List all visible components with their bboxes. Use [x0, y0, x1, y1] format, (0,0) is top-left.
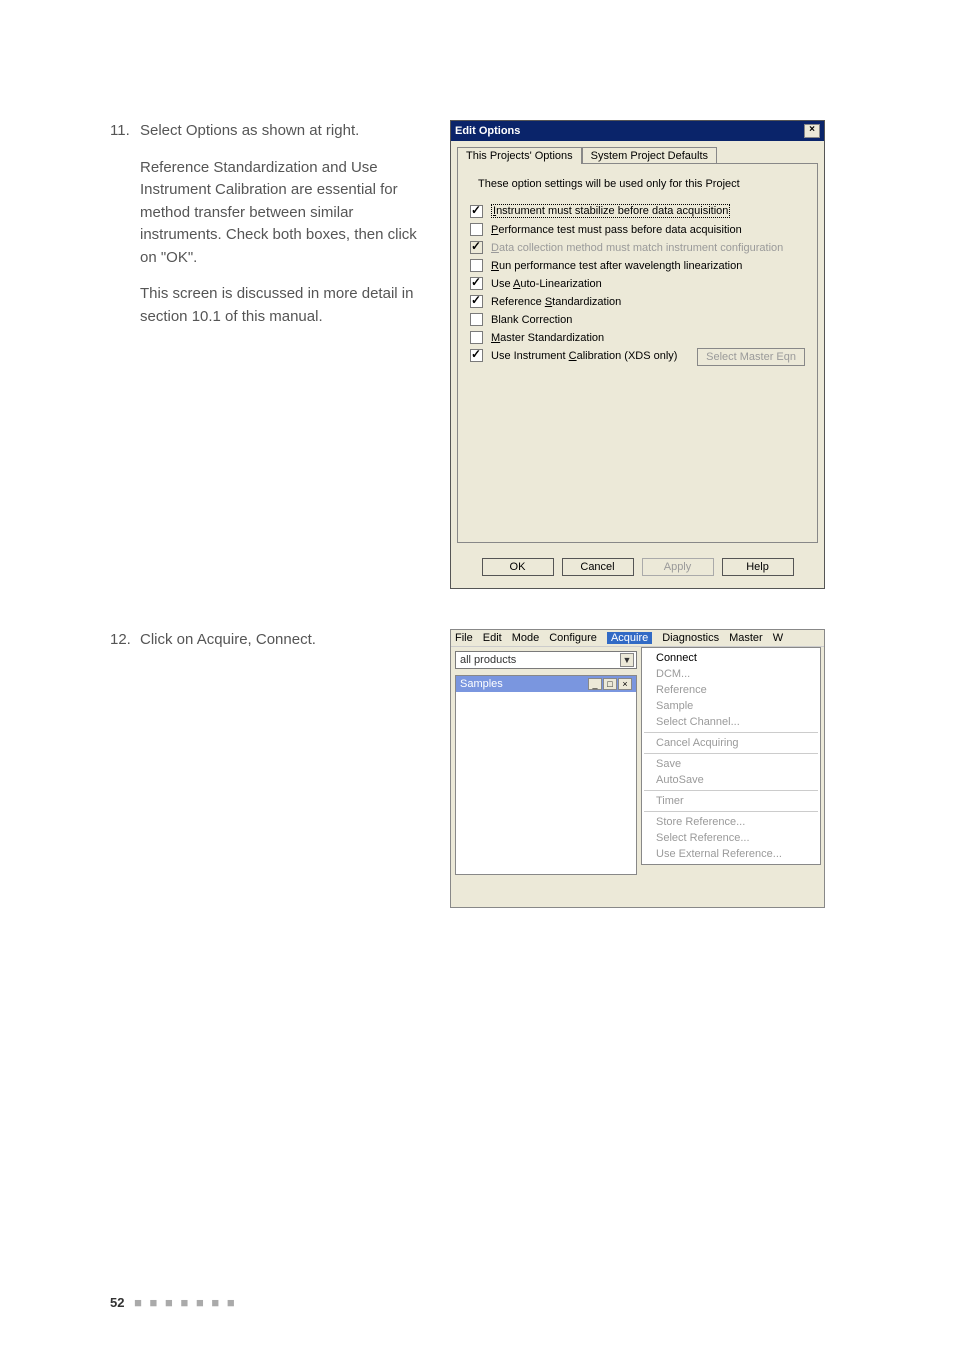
dialog-buttons: OK Cancel Apply Help: [451, 550, 824, 588]
chevron-down-icon[interactable]: ▼: [620, 653, 634, 667]
tab-panel: These option settings will be used only …: [457, 163, 818, 543]
option-data-collection-match: Data collection method must match instru…: [470, 241, 805, 254]
footer-dots: ■ ■ ■ ■ ■ ■ ■: [134, 1295, 237, 1310]
step-number: 12.: [110, 629, 140, 652]
menu-mode[interactable]: Mode: [512, 632, 540, 644]
option-run-performance-test[interactable]: Run performance test after wavelength li…: [470, 259, 805, 272]
page-footer: 52 ■ ■ ■ ■ ■ ■ ■: [110, 1295, 237, 1310]
menu-edit[interactable]: Edit: [483, 632, 502, 644]
product-selector[interactable]: all products ▼: [455, 651, 637, 669]
minimize-icon[interactable]: _: [588, 678, 602, 690]
menu-master[interactable]: Master: [729, 632, 763, 644]
menu-separator: [644, 811, 818, 812]
menu-item-timer: Timer: [642, 793, 820, 809]
step-number: 11.: [110, 120, 140, 143]
checkbox-icon[interactable]: [470, 277, 483, 290]
menu-file[interactable]: File: [455, 632, 473, 644]
checkbox-icon[interactable]: [470, 313, 483, 326]
option-blank-correction[interactable]: Blank Correction: [470, 313, 805, 326]
samples-window: Samples _ □ ×: [455, 675, 637, 875]
cancel-button[interactable]: Cancel: [562, 558, 634, 576]
menu-item-cancel-acquiring: Cancel Acquiring: [642, 735, 820, 751]
tab-system-project-defaults[interactable]: System Project Defaults: [582, 147, 717, 164]
menu-item-dcm: DCM...: [642, 666, 820, 682]
menu-separator: [644, 790, 818, 791]
menu-acquire[interactable]: Acquire: [607, 632, 652, 644]
close-button[interactable]: ×: [804, 124, 820, 138]
option-instrument-stabilize[interactable]: Instrument must stabilize before data ac…: [470, 204, 805, 218]
checkbox-icon[interactable]: [470, 223, 483, 236]
edit-options-dialog: Edit Options × This Projects' Options Sy…: [450, 120, 825, 589]
panel-intro: These option settings will be used only …: [478, 178, 805, 190]
child-window-title: Samples: [460, 678, 503, 690]
checkbox-icon[interactable]: [470, 349, 483, 362]
dialog-title: Edit Options: [455, 125, 520, 137]
step-text: Click on Acquire, Connect.: [140, 631, 316, 648]
menubar: File Edit Mode Configure Acquire Diagnos…: [451, 630, 824, 647]
menu-configure[interactable]: Configure: [549, 632, 597, 644]
option-auto-linearization[interactable]: Use Auto-Linearization: [470, 277, 805, 290]
checkbox-icon[interactable]: [470, 205, 483, 218]
tab-this-projects-options[interactable]: This Projects' Options: [457, 147, 582, 164]
checkbox-icon: [470, 241, 483, 254]
checkbox-icon[interactable]: [470, 331, 483, 344]
combo-value: all products: [460, 654, 516, 666]
menu-item-store-reference: Store Reference...: [642, 814, 820, 830]
close-icon[interactable]: ×: [618, 678, 632, 690]
menu-item-reference: Reference: [642, 682, 820, 698]
menu-truncated[interactable]: W: [773, 632, 783, 644]
dialog-title-bar: Edit Options ×: [451, 121, 824, 141]
application-window: File Edit Mode Configure Acquire Diagnos…: [450, 629, 825, 908]
step-text: This screen is discussed in more detail …: [140, 283, 430, 328]
step-text: Reference Standardization and Use Instru…: [140, 157, 430, 270]
menu-item-connect[interactable]: Connect: [642, 650, 820, 666]
maximize-icon[interactable]: □: [603, 678, 617, 690]
ok-button[interactable]: OK: [482, 558, 554, 576]
menu-item-sample: Sample: [642, 698, 820, 714]
select-master-eqn-button: Select Master Eqn: [697, 348, 805, 366]
acquire-dropdown-menu: Connect DCM... Reference Sample Select C…: [641, 647, 821, 865]
page-number: 52: [110, 1295, 124, 1310]
menu-item-select-channel: Select Channel...: [642, 714, 820, 730]
checkbox-icon[interactable]: [470, 295, 483, 308]
menu-item-select-reference: Select Reference...: [642, 830, 820, 846]
checkbox-icon[interactable]: [470, 259, 483, 272]
help-button[interactable]: Help: [722, 558, 794, 576]
option-reference-standardization[interactable]: Reference Standardization: [470, 295, 805, 308]
step-12-text: 12.Click on Acquire, Connect.: [110, 629, 450, 652]
apply-button: Apply: [642, 558, 714, 576]
menu-item-save: Save: [642, 756, 820, 772]
menu-separator: [644, 732, 818, 733]
step-11-text: 11.Select Options as shown at right. Ref…: [110, 120, 450, 328]
menu-diagnostics[interactable]: Diagnostics: [662, 632, 719, 644]
menu-item-autosave: AutoSave: [642, 772, 820, 788]
tab-strip: This Projects' Options System Project De…: [451, 141, 824, 164]
menu-separator: [644, 753, 818, 754]
menu-item-use-external-reference: Use External Reference...: [642, 846, 820, 862]
step-text: Select Options as shown at right.: [140, 122, 359, 139]
option-master-standardization[interactable]: Master Standardization: [470, 331, 805, 344]
option-performance-test-pass[interactable]: Performance test must pass before data a…: [470, 223, 805, 236]
